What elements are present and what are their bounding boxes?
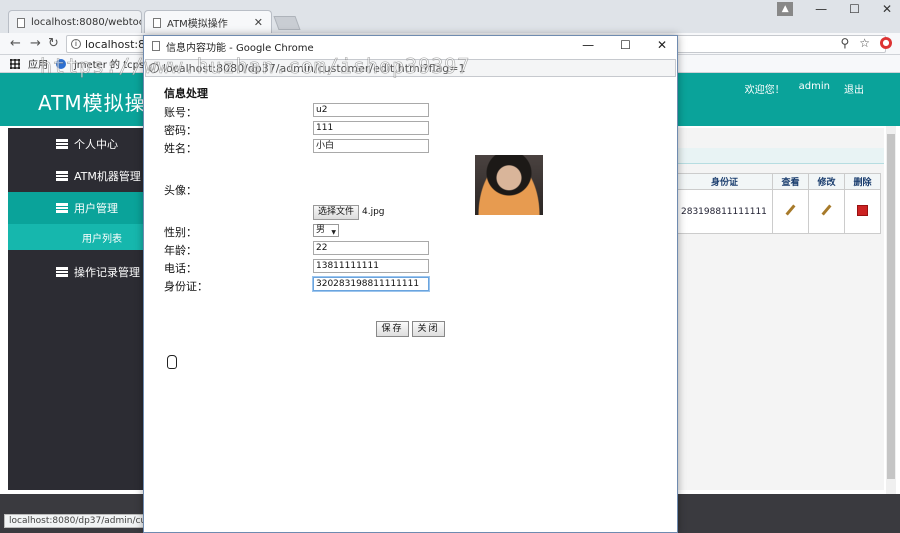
tab-atm[interactable]: ATM模拟操作 ✕ [144, 10, 272, 34]
popup-window: 信息内容功能 - Google Chrome — ☐ ✕ i localhost… [143, 35, 678, 533]
password-input[interactable]: 111 [313, 121, 429, 135]
id-card-label: 身份证： [164, 280, 208, 293]
username: admin [798, 81, 830, 92]
gender-value: 男 [316, 225, 326, 235]
view-cell [772, 189, 809, 234]
choose-file-button[interactable]: 选择文件 [313, 205, 360, 220]
stack-icon [56, 139, 68, 149]
password-label: 密码： [164, 124, 197, 137]
table-header-row: 身份证 查看 修改 删除 [676, 173, 881, 190]
header-user-area: 欢迎您！ admin 退出 [745, 81, 864, 96]
close-icon[interactable]: ✕ [657, 38, 667, 52]
chevron-down-icon: ▼ [331, 229, 336, 236]
welcome-text: 欢迎您！ [744, 85, 785, 96]
forward-icon[interactable]: → [30, 36, 41, 51]
id-card-input[interactable]: 320283198811111111 [312, 276, 430, 292]
tab-strip: localhost:8080/webtoc ✕ ATM模拟操作 ✕ ▲ — ☐ … [0, 0, 900, 34]
avatar-image [475, 155, 543, 215]
stack-icon [56, 203, 68, 213]
close-icon[interactable]: ✕ [882, 2, 892, 16]
apps-icon[interactable] [10, 58, 20, 69]
id-card-cell: 283198811111111 [676, 189, 773, 234]
watermark: https://www.huzhan.com/ishop39397 [40, 54, 471, 79]
column-header: 修改 [808, 173, 845, 190]
save-button[interactable]: 保存 [376, 321, 409, 337]
reload-icon[interactable]: ↻ [48, 36, 59, 51]
phone-label: 电话： [164, 262, 197, 275]
gender-select[interactable]: 男 ▼ [313, 224, 339, 237]
sidebar-item-profile[interactable]: 个人中心 [8, 128, 144, 160]
sidebar-item-label: 操作记录管理 [74, 266, 140, 279]
stack-icon [56, 267, 68, 277]
sidebar-item-label: 个人中心 [74, 138, 118, 151]
phone-input[interactable]: 13811111111 [313, 259, 429, 273]
page-icon [153, 17, 161, 28]
pencil-icon[interactable] [821, 204, 832, 216]
form-body: 信息处理 账号： u2 密码： 111 姓名： 小白 头像： 选择文件 4.jp… [144, 77, 677, 533]
page-scrollbar[interactable] [886, 126, 896, 494]
popup-window-title: 信息内容功能 - Google Chrome [166, 42, 314, 54]
file-name: 4.jpg [362, 207, 385, 217]
new-tab-button[interactable] [273, 16, 301, 30]
sidebar-item-label: 用户管理 [74, 202, 118, 215]
sidebar-item-users[interactable]: 用户管理 [8, 192, 144, 224]
back-icon[interactable]: ← [10, 36, 21, 51]
sidebar-item-label: ATM机器管理 [74, 170, 141, 183]
column-header: 删除 [844, 173, 881, 190]
edit-cell [808, 189, 845, 234]
column-header: 查看 [772, 173, 809, 190]
user-table: 身份证 查看 修改 删除 283198811111111 [676, 173, 881, 234]
delete-icon[interactable] [857, 204, 868, 216]
gender-label: 性别： [164, 226, 197, 239]
sidebar-item-atm-machines[interactable]: ATM机器管理 [8, 160, 144, 192]
logout-link[interactable]: 退出 [844, 81, 864, 96]
window-controls: ▲ — ☐ ✕ [777, 2, 892, 16]
sidebar: 个人中心 ATM机器管理 用户管理 用户列表 操作记录管理 [8, 128, 144, 490]
close-button[interactable]: 关闭 [412, 321, 445, 337]
age-label: 年龄： [164, 244, 197, 257]
pencil-icon[interactable] [785, 204, 796, 216]
table-row: 283198811111111 [676, 189, 881, 234]
tab-title: localhost:8080/webtoc [31, 17, 142, 28]
name-label: 姓名： [164, 142, 197, 155]
name-input[interactable]: 小白 [313, 139, 429, 153]
maximize-icon[interactable]: ☐ [620, 38, 631, 52]
column-header: 身份证 [676, 173, 773, 190]
pin-icon[interactable]: ⚲ [840, 36, 849, 50]
avatar-label: 头像： [164, 184, 197, 197]
extension-icon[interactable]: ● [880, 37, 892, 49]
app-title: ATM模拟操 [38, 91, 146, 115]
minimize-icon[interactable]: — [815, 2, 827, 16]
scrollbar-thumb[interactable] [887, 134, 895, 479]
tab-webtoc[interactable]: localhost:8080/webtoc ✕ [8, 10, 142, 34]
page-icon [152, 41, 160, 51]
delete-cell [844, 189, 881, 234]
info-icon[interactable]: i [71, 39, 81, 49]
star-icon[interactable]: ☆ [859, 36, 870, 50]
maximize-icon[interactable]: ☐ [849, 2, 860, 16]
close-icon[interactable]: ✕ [254, 16, 263, 29]
account-input[interactable]: u2 [313, 103, 429, 117]
sidebar-subitem-user-list[interactable]: 用户列表 [8, 224, 144, 250]
age-input[interactable]: 22 [313, 241, 429, 255]
toolbar-right: ⚲ ☆ ● [840, 36, 892, 50]
popup-titlebar[interactable]: 信息内容功能 - Google Chrome — ☐ ✕ [144, 36, 677, 56]
page-icon [17, 17, 25, 28]
account-label: 账号： [164, 106, 197, 119]
form-title: 信息处理 [164, 87, 208, 100]
hand-cursor-icon [167, 355, 177, 369]
sidebar-item-operation-logs[interactable]: 操作记录管理 [8, 256, 144, 288]
stack-icon [56, 171, 68, 181]
minimize-icon[interactable]: — [582, 38, 594, 52]
profile-icon[interactable]: ▲ [777, 2, 794, 16]
popup-window-controls: — ☐ ✕ [582, 38, 667, 52]
tab-title: ATM模拟操作 [167, 19, 228, 30]
